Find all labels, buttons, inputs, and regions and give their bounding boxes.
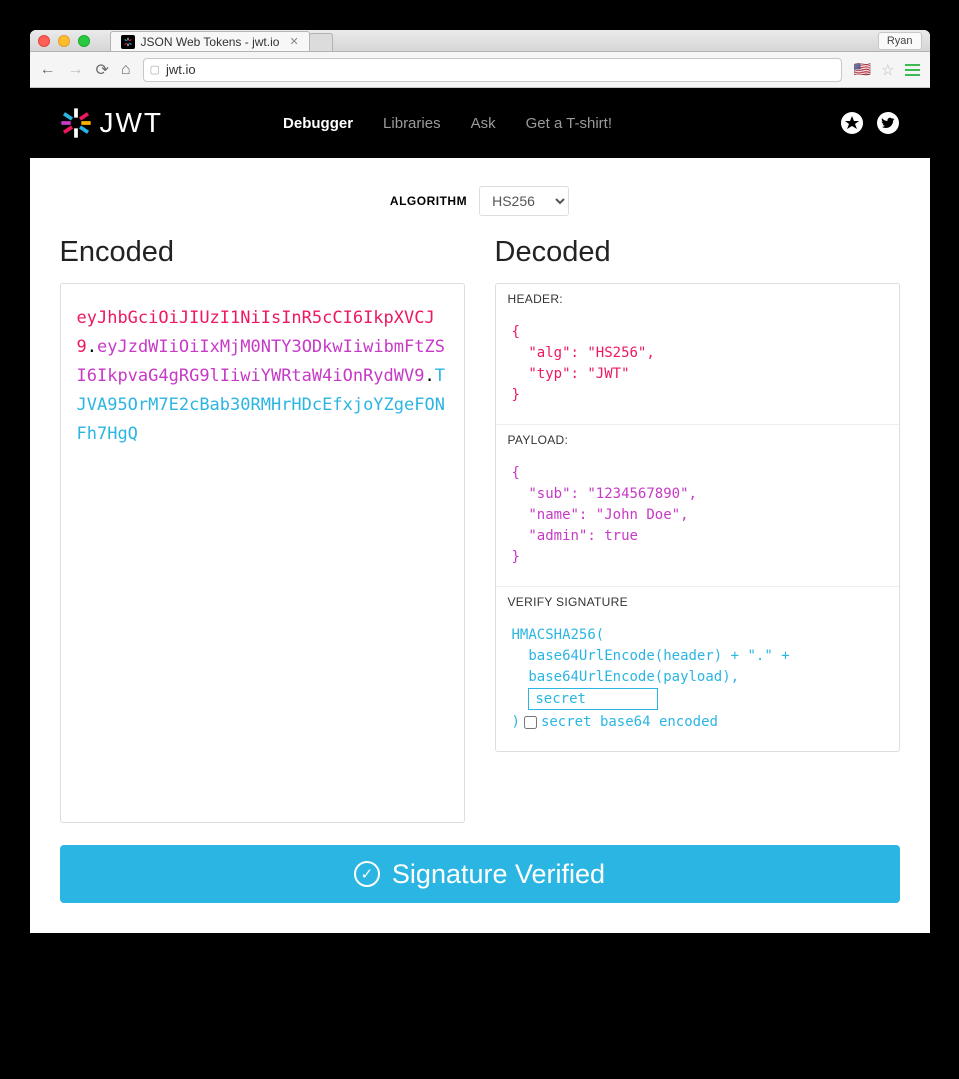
close-window-button[interactable]: [38, 35, 50, 47]
nav-libraries[interactable]: Libraries: [383, 115, 441, 132]
debugger-columns: Encoded eyJhbGciOiJIUzI1NiIsInR5cCI6IkpX…: [60, 236, 900, 823]
page-icon: ▢: [150, 63, 160, 76]
sig-close: ): [512, 712, 520, 733]
sig-line: base64UrlEncode(payload),: [512, 667, 883, 688]
json-line: "sub": "1234567890",: [512, 484, 883, 505]
signature-status-text: Signature Verified: [392, 859, 605, 890]
bookmark-star-icon[interactable]: ☆: [881, 61, 894, 79]
jwt-favicon: [121, 35, 135, 49]
encoded-column: Encoded eyJhbGciOiJIUzI1NiIsInR5cCI6IkpX…: [60, 236, 465, 823]
jwt-logo[interactable]: JWT: [60, 107, 164, 139]
encoded-token-input[interactable]: eyJhbGciOiJIUzI1NiIsInR5cCI6IkpXVCJ9.eyJ…: [60, 283, 465, 823]
browser-toolbar: ← → ⟳ ⌂ ▢ jwt.io 🇺🇸 ☆: [30, 52, 930, 88]
browser-window: JSON Web Tokens - jwt.io ✕ Ryan ← → ⟳ ⌂ …: [30, 30, 930, 933]
address-bar[interactable]: ▢ jwt.io: [143, 58, 842, 82]
site-header: JWT Debugger Libraries Ask Get a T-shirt…: [30, 88, 930, 158]
decoded-header-label: HEADER:: [496, 284, 899, 312]
decoded-signature-label: VERIFY SIGNATURE: [496, 587, 899, 615]
secret-base64-label: secret base64 encoded: [541, 712, 718, 733]
algorithm-label: ALGORITHM: [390, 194, 467, 208]
decoded-payload-label: PAYLOAD:: [496, 425, 899, 453]
tab-title: JSON Web Tokens - jwt.io: [141, 35, 280, 49]
browser-tabs: JSON Web Tokens - jwt.io ✕: [110, 30, 333, 51]
algorithm-select[interactable]: HS256: [479, 186, 569, 216]
maximize-window-button[interactable]: [78, 35, 90, 47]
json-line: }: [512, 547, 883, 568]
nav-debugger[interactable]: Debugger: [283, 115, 353, 132]
new-tab-button[interactable]: [309, 33, 333, 51]
back-button[interactable]: ←: [40, 61, 56, 79]
chrome-menu-icon[interactable]: [905, 64, 920, 76]
reload-button[interactable]: ⟳: [96, 60, 109, 80]
secret-base64-checkbox[interactable]: [524, 716, 537, 729]
url-text: jwt.io: [166, 62, 196, 77]
shield-badge-icon[interactable]: [840, 111, 864, 135]
decoded-column: Decoded HEADER: { "alg": "HS256", "typ":…: [495, 236, 900, 752]
close-tab-icon[interactable]: ✕: [289, 35, 298, 48]
traffic-lights: [38, 35, 90, 47]
sig-line: HMACSHA256(: [512, 625, 883, 646]
json-line: }: [512, 385, 883, 406]
json-line: "alg": "HS256",: [512, 343, 883, 364]
forward-button[interactable]: →: [68, 61, 84, 79]
nav-ask[interactable]: Ask: [471, 115, 496, 132]
decoded-panels: HEADER: { "alg": "HS256", "typ": "JWT" }…: [495, 283, 900, 752]
page-content: ALGORITHM HS256 Encoded eyJhbGciOiJIUzI1…: [30, 158, 930, 933]
brand-text: JWT: [100, 107, 164, 139]
json-line: {: [512, 322, 883, 343]
decoded-payload-body[interactable]: { "sub": "1234567890", "name": "John Doe…: [496, 453, 899, 586]
secret-input[interactable]: [528, 688, 658, 710]
translate-icon[interactable]: 🇺🇸: [854, 61, 871, 78]
browser-tab-active[interactable]: JSON Web Tokens - jwt.io ✕: [110, 31, 310, 51]
minimize-window-button[interactable]: [58, 35, 70, 47]
jwt-logo-icon: [60, 107, 92, 139]
encoded-heading: Encoded: [60, 236, 465, 269]
json-line: "typ": "JWT": [512, 364, 883, 385]
signature-status-bar: ✓ Signature Verified: [60, 845, 900, 903]
decoded-header-body[interactable]: { "alg": "HS256", "typ": "JWT" }: [496, 312, 899, 424]
token-payload: eyJzdWIiOiIxMjM0NTY3ODkwIiwibmFtZSI6Ikpv…: [77, 337, 446, 386]
twitter-icon[interactable]: [876, 111, 900, 135]
chrome-profile-button[interactable]: Ryan: [878, 32, 922, 50]
json-line: {: [512, 463, 883, 484]
json-line: "admin": true: [512, 526, 883, 547]
decoded-signature-body: HMACSHA256( base64UrlEncode(header) + ".…: [496, 615, 899, 751]
toolbar-right: 🇺🇸 ☆: [854, 61, 920, 79]
json-line: "name": "John Doe",: [512, 505, 883, 526]
check-circle-icon: ✓: [354, 861, 380, 887]
home-button[interactable]: ⌂: [121, 61, 131, 79]
decoded-heading: Decoded: [495, 236, 900, 269]
window-titlebar: JSON Web Tokens - jwt.io ✕ Ryan: [30, 30, 930, 52]
main-nav: Debugger Libraries Ask Get a T-shirt!: [283, 115, 612, 132]
algorithm-row: ALGORITHM HS256: [60, 178, 900, 236]
sig-line: base64UrlEncode(header) + "." +: [512, 646, 883, 667]
nav-tshirt[interactable]: Get a T-shirt!: [526, 115, 612, 132]
header-social: [840, 111, 900, 135]
